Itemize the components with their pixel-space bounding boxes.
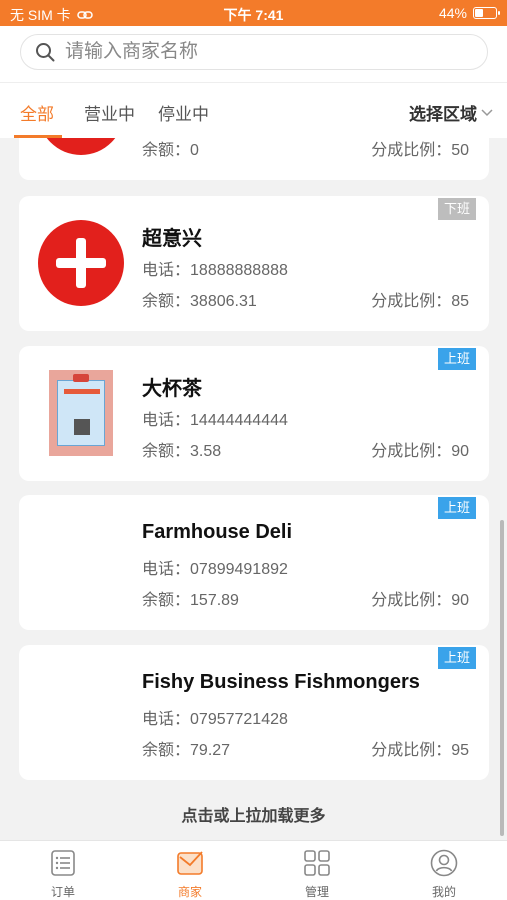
- tabbar-label: 商家: [177, 885, 202, 899]
- merchant-ratio: 分成比例：85: [371, 293, 469, 310]
- region-label: 选择区域: [409, 105, 477, 124]
- merchant-list[interactable]: 余额：0 分成比例：50 超意兴 电话：18888888888 余额：38806…: [0, 138, 507, 840]
- merchant-balance: 余额：157.89: [142, 592, 239, 609]
- bottom-tab-bar: 订单 商家 管理 我的: [0, 840, 507, 900]
- status-badge: 上班: [437, 647, 476, 669]
- status-badge: 下班: [437, 198, 476, 220]
- region-selector[interactable]: 选择区域: [409, 100, 493, 125]
- envelope-icon: [177, 851, 203, 875]
- tabbar-manage[interactable]: 管理: [254, 841, 380, 900]
- merchant-logo: [49, 370, 113, 456]
- tabbar-orders[interactable]: 订单: [0, 841, 126, 900]
- merchant-phone: 电话：18888888888: [142, 262, 288, 279]
- search-box[interactable]: [20, 34, 488, 70]
- load-more-button[interactable]: 点击或上拉加载更多: [0, 802, 507, 826]
- tabbar-merchants[interactable]: 商家: [127, 841, 253, 900]
- merchant-name: Fishy Business Fishmongers: [142, 671, 420, 693]
- grid-icon: [304, 850, 330, 876]
- status-bar: 无 SIM 卡 下午 7:41 44%: [0, 0, 507, 26]
- merchant-logo: [38, 138, 124, 155]
- search-input[interactable]: [65, 41, 465, 63]
- merchant-card[interactable]: 大杯茶 电话：14444444444 余额：3.58 分成比例：90 上班: [19, 346, 489, 481]
- tabbar-label: 订单: [50, 885, 75, 899]
- merchant-card[interactable]: Farmhouse Deli 电话：07899491892 余额：157.89 …: [19, 495, 489, 630]
- clock: 下午 7:41: [223, 7, 284, 23]
- merchant-card[interactable]: Fishy Business Fishmongers 电话：0795772142…: [19, 645, 489, 780]
- merchant-ratio: 分成比例：90: [371, 592, 469, 609]
- merchant-name: 超意兴: [142, 228, 202, 250]
- filter-bar: 全部 营业中 停业中 选择区域: [0, 82, 507, 138]
- tab-closed[interactable]: 停业中: [158, 100, 209, 125]
- merchant-phone: 电话：14444444444: [142, 412, 288, 429]
- search-icon: [36, 43, 55, 62]
- user-icon: [430, 849, 458, 877]
- tab-open[interactable]: 营业中: [84, 100, 135, 125]
- tabbar-label: 我的: [431, 885, 456, 899]
- merchant-balance: 余额：79.27: [142, 742, 231, 759]
- merchant-balance: 余额：38806.31: [142, 293, 257, 310]
- merchant-card[interactable]: 超意兴 电话：18888888888 余额：38806.31 分成比例：85 下…: [19, 196, 489, 331]
- merchant-card[interactable]: 余额：0 分成比例：50: [19, 138, 489, 180]
- merchant-ratio: 分成比例：90: [371, 443, 469, 460]
- merchant-balance: 余额：3.58: [142, 443, 222, 460]
- merchant-phone: 电话：07899491892: [142, 561, 288, 578]
- tab-all[interactable]: 全部: [20, 100, 54, 125]
- merchant-phone: 电话：07957721428: [142, 711, 288, 728]
- battery-level: [475, 9, 484, 17]
- battery-icon: [473, 7, 500, 19]
- merchant-ratio: 分成比例：95: [371, 742, 469, 759]
- merchant-balance: 余额：0: [142, 142, 199, 159]
- merchant-ratio: 分成比例：50: [371, 142, 469, 159]
- chevron-down-icon: [481, 108, 493, 116]
- status-badge: 上班: [437, 348, 476, 370]
- merchant-name: Farmhouse Deli: [142, 521, 293, 543]
- battery-info: 44%: [438, 5, 500, 21]
- tabbar-mine[interactable]: 我的: [381, 841, 507, 900]
- scrollbar[interactable]: [500, 520, 504, 836]
- battery-percent: 44%: [438, 5, 467, 21]
- search-area: [0, 26, 507, 82]
- tabbar-label: 管理: [304, 885, 329, 899]
- merchant-name: 大杯茶: [142, 378, 202, 400]
- status-badge: 上班: [437, 497, 476, 519]
- merchant-logo: [38, 220, 124, 306]
- list-icon: [51, 850, 75, 876]
